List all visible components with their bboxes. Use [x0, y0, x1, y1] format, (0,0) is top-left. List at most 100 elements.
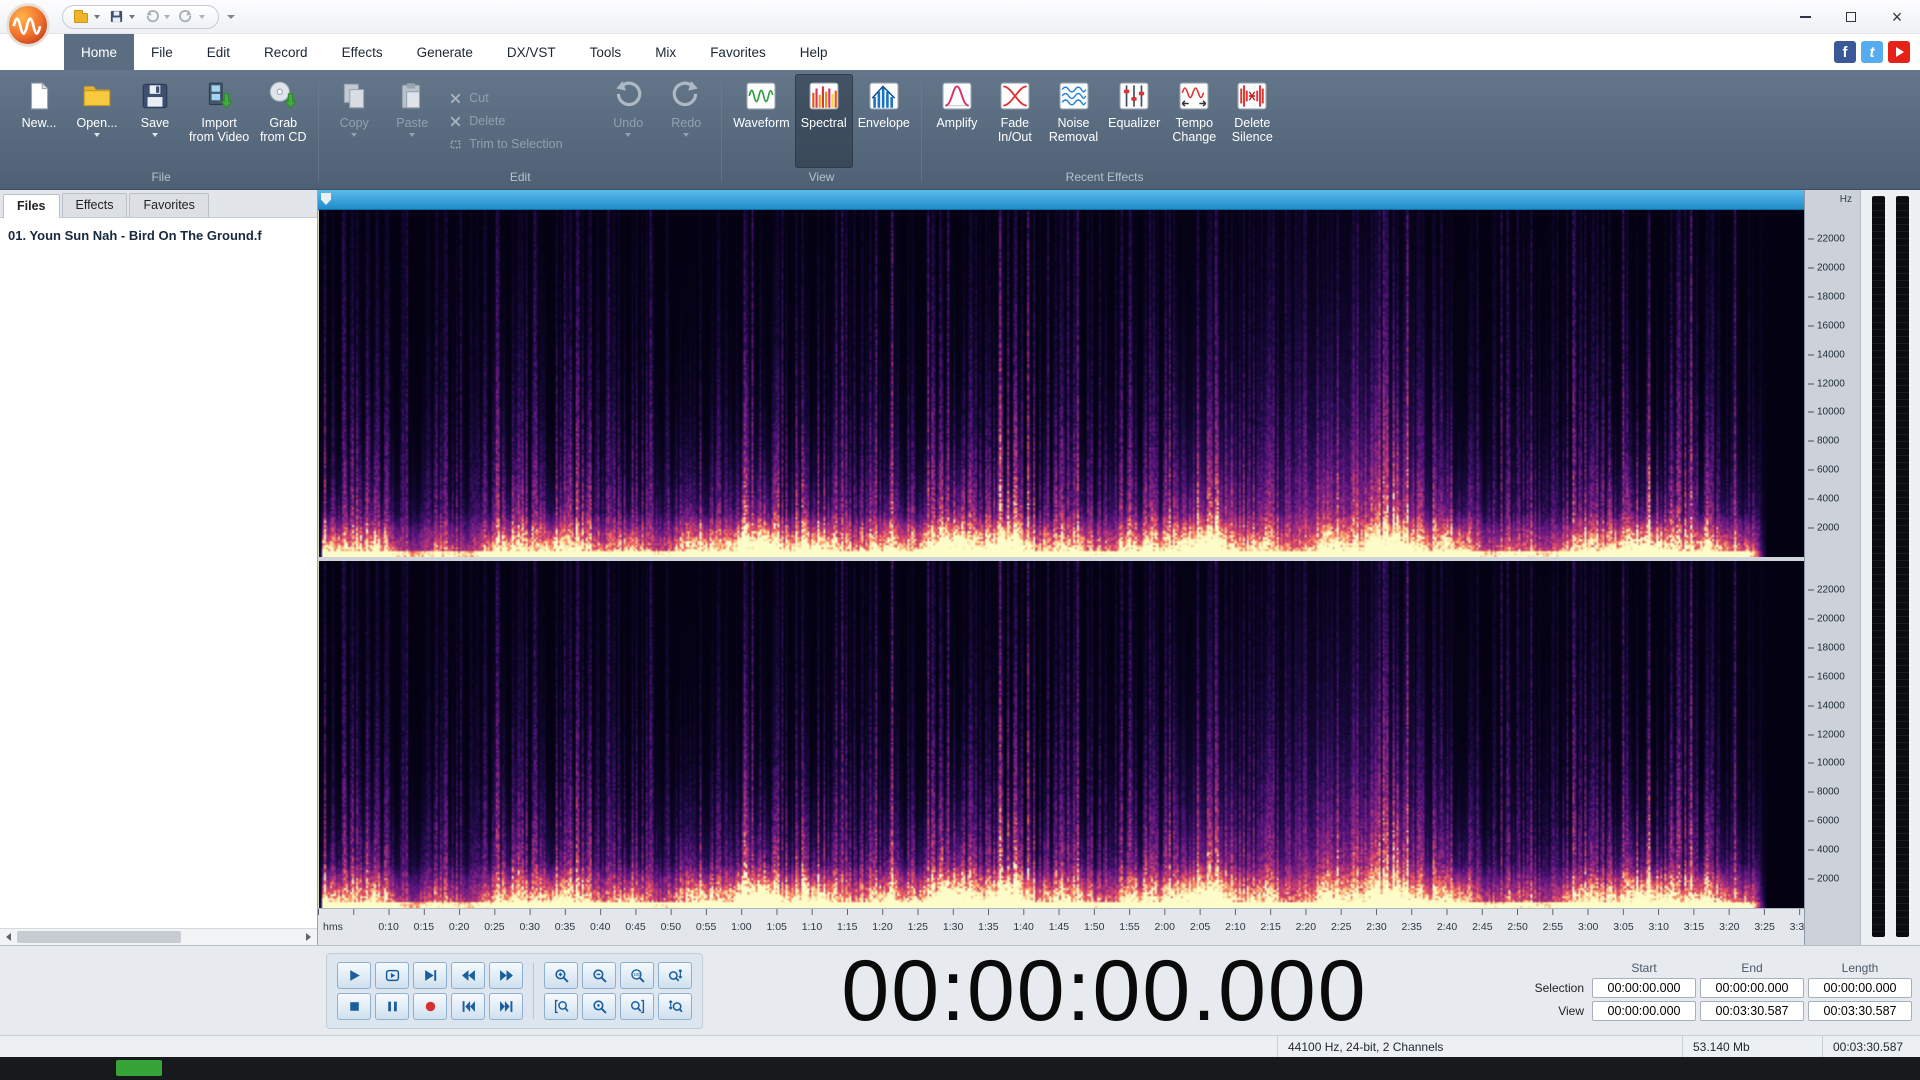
selection-start-field[interactable]: 00:00:00.000 [1592, 977, 1696, 998]
open-quick-button[interactable] [71, 7, 91, 27]
grab-from-cd-button[interactable]: Grab from CD [254, 74, 312, 168]
zoom-in-icon [554, 968, 569, 983]
open-split-dropdown-icon[interactable] [94, 133, 100, 138]
save-quick-button[interactable] [106, 7, 126, 27]
copy-dropdown-icon[interactable] [351, 133, 358, 138]
menu-tab[interactable]: DX/VST [490, 34, 573, 70]
view-length-field[interactable]: 00:03:30.587 [1808, 1000, 1912, 1021]
redo-dropdown-icon[interactable] [199, 14, 205, 19]
app-logo[interactable] [6, 3, 50, 47]
timeline-ruler[interactable]: hms 0:10 0:15 0:20 0:25 0:30 0:35 0:40 0:45 0:50… [318, 908, 1804, 945]
play-to-end-icon [424, 969, 436, 981]
pause-button[interactable] [375, 992, 409, 1020]
spectrogram-left-channel[interactable] [318, 210, 1804, 557]
open-button[interactable]: Open... [68, 74, 126, 168]
play-to-end-button[interactable] [413, 961, 447, 989]
go-to-end-button[interactable] [489, 992, 523, 1020]
timeline-tick-label: 0:50 [660, 921, 682, 933]
go-to-start-button[interactable] [451, 992, 485, 1020]
import-from-video-button[interactable]: Import from Video [184, 74, 254, 168]
fade-in-out-button[interactable]: Fade In/Out [986, 74, 1044, 168]
scroll-right-icon[interactable] [300, 929, 317, 945]
redo-dropdown-icon[interactable] [683, 133, 690, 138]
scrollbar-thumb[interactable] [17, 931, 182, 943]
view-end-field[interactable]: 00:03:30.587 [1700, 1000, 1804, 1021]
facebook-icon[interactable]: f [1834, 41, 1856, 63]
save-dropdown-icon[interactable] [129, 14, 135, 19]
save-split-dropdown-icon[interactable] [152, 133, 158, 138]
menu-tab[interactable]: Favorites [693, 34, 783, 70]
rewind-button[interactable] [451, 961, 485, 989]
sidebar-horizontal-scrollbar[interactable] [0, 928, 317, 945]
redo-quick-button[interactable] [176, 7, 196, 27]
selection-end-field[interactable]: 00:00:00.000 [1700, 977, 1804, 998]
zoom-100-button[interactable]: 100 [620, 961, 654, 989]
scrollbar-track[interactable] [17, 929, 300, 945]
menu-tab[interactable]: Mix [638, 34, 693, 70]
play-button[interactable] [337, 961, 371, 989]
menu-tab[interactable]: Help [783, 34, 845, 70]
zoom-selection-start-button[interactable] [544, 992, 578, 1020]
waveform-view-button[interactable]: Waveform [728, 74, 795, 168]
maximize-button[interactable] [1828, 0, 1874, 34]
menu-tab[interactable]: File [134, 34, 190, 70]
position-scrollbar[interactable] [318, 190, 1804, 210]
spectral-view-button[interactable]: Spectral [794, 74, 853, 168]
menu-tab[interactable]: Edit [190, 34, 247, 70]
menu-tab[interactable]: Generate [400, 34, 490, 70]
spectrogram-right-channel[interactable] [318, 561, 1804, 908]
file-list-item[interactable]: 01. Youn Sun Nah - Bird On The Ground.f [0, 224, 317, 247]
record-button[interactable] [413, 992, 447, 1020]
undo-quick-button[interactable] [141, 7, 161, 27]
position-marker-icon[interactable] [321, 193, 331, 205]
envelope-view-button[interactable]: Envelope [853, 74, 915, 168]
menu-tab[interactable]: Home [64, 34, 135, 70]
paste-dropdown-icon[interactable] [409, 133, 416, 138]
selection-length-field[interactable]: 00:00:00.000 [1808, 977, 1912, 998]
zoom-vertical-out-button[interactable] [658, 992, 692, 1020]
stop-button[interactable] [337, 992, 371, 1020]
zoom-selection-end-button[interactable] [620, 992, 654, 1020]
redo-button[interactable]: Redo [657, 74, 715, 168]
menu-tab[interactable]: Effects [325, 34, 400, 70]
amplify-button[interactable]: Amplify [928, 74, 986, 168]
delete-silence-button[interactable]: Delete Silence [1223, 74, 1281, 168]
zoom-out-button[interactable] [582, 961, 616, 989]
view-start-field[interactable]: 00:00:00.000 [1592, 1000, 1696, 1021]
trim-to-selection-button[interactable]: Trim to Selection [449, 137, 591, 151]
open-dropdown-icon[interactable] [94, 14, 100, 19]
undo-dropdown-icon[interactable] [625, 133, 632, 138]
sidebar-tab[interactable]: Favorites [129, 193, 209, 217]
delete-button[interactable]: Delete [449, 114, 591, 128]
timeline-tick-label: 3:00 [1577, 921, 1599, 933]
zoom-selection-button[interactable] [582, 992, 616, 1020]
loop-play-button[interactable] [375, 961, 409, 989]
paste-button[interactable]: Paste [383, 74, 441, 168]
tempo-change-button[interactable]: Tempo Change [1165, 74, 1223, 168]
close-button[interactable]: × [1874, 0, 1920, 34]
twitter-icon[interactable]: t [1861, 41, 1883, 63]
cut-button[interactable]: Cut [449, 91, 591, 105]
undo-button[interactable]: Undo [599, 74, 657, 168]
youtube-icon[interactable] [1888, 41, 1910, 63]
toolbar-options-icon[interactable] [227, 14, 235, 19]
minimize-button[interactable] [1782, 0, 1828, 34]
copy-button[interactable]: Copy [325, 74, 383, 168]
new-button[interactable]: New... [10, 74, 68, 168]
equalizer-button[interactable]: Equalizer [1103, 74, 1165, 168]
zoom-in-button[interactable] [544, 961, 578, 989]
menu-tab[interactable]: Tools [573, 34, 639, 70]
menu-tab[interactable]: Record [247, 34, 325, 70]
noise-removal-button[interactable]: Noise Removal [1044, 74, 1103, 168]
undo-dropdown-icon[interactable] [164, 14, 170, 19]
zoom-vertical-button[interactable] [658, 961, 692, 989]
sidebar-tab[interactable]: Effects [61, 193, 128, 217]
taskbar-app-icon[interactable] [116, 1060, 162, 1076]
windows-taskbar[interactable] [0, 1057, 1920, 1080]
ribbon-group-label-file: File [151, 170, 171, 184]
sidebar-tab[interactable]: Files [3, 194, 60, 218]
save-button[interactable]: Save [126, 74, 184, 168]
scroll-left-icon[interactable] [0, 929, 17, 945]
ribbon-group-file: New... Open... Save Import from Video Gr… [10, 74, 312, 189]
forward-button[interactable] [489, 961, 523, 989]
